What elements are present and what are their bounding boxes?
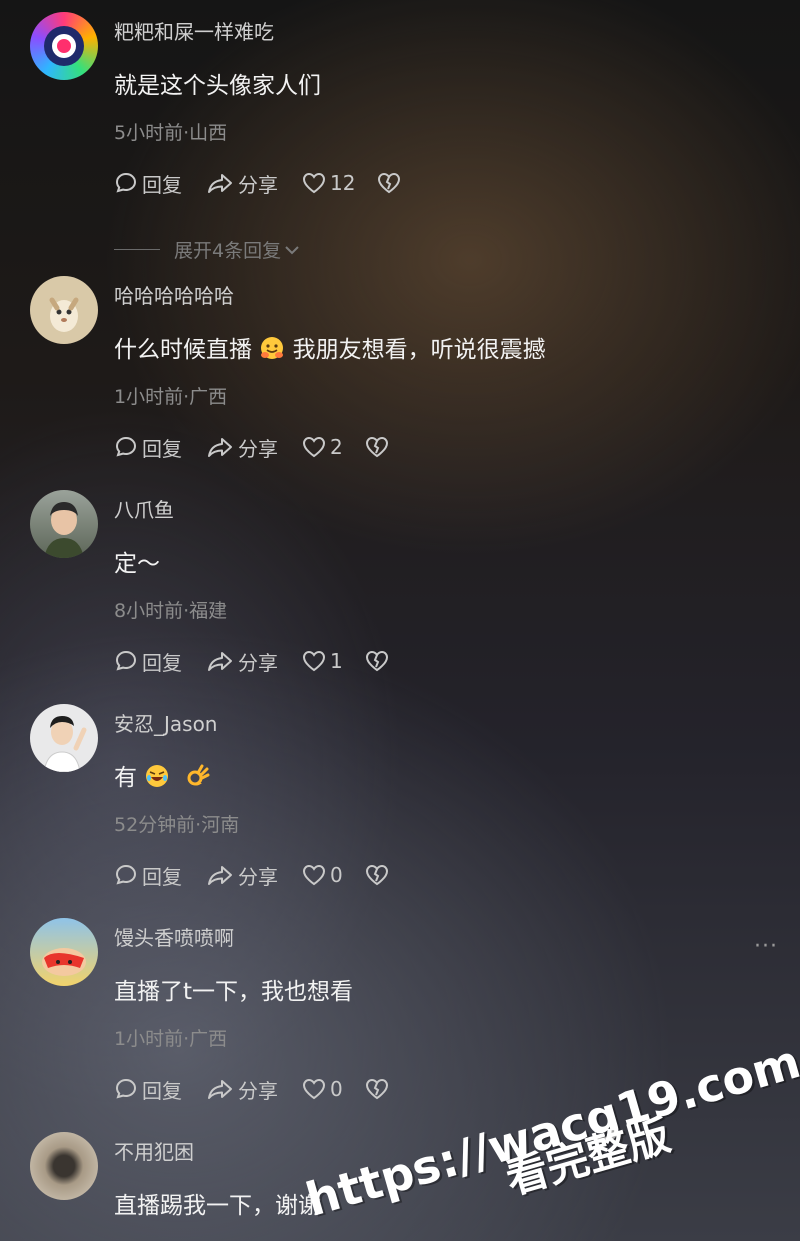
- reply-label: 回复: [142, 172, 182, 197]
- like-count: 1: [330, 649, 343, 673]
- heart-icon: [302, 864, 326, 886]
- comment-meta: 5小时前·山西: [114, 122, 228, 144]
- comment-text-part: 有: [114, 765, 137, 791]
- dislike-button[interactable]: [365, 864, 389, 886]
- share-label: 分享: [238, 864, 278, 889]
- comment-actions: 回复 分享 0: [114, 1074, 413, 1104]
- broken-heart-icon: [365, 864, 388, 886]
- avatar[interactable]: [30, 276, 98, 344]
- ok-hand-icon: [184, 763, 210, 795]
- expand-label: 展开4条回复: [174, 240, 282, 262]
- chat-bubble-icon: [115, 650, 137, 671]
- chat-bubble-icon: [115, 1078, 137, 1099]
- heart-icon: [302, 1078, 326, 1100]
- reply-button[interactable]: 回复: [114, 861, 182, 890]
- comment-actions: 回复 分享 12: [114, 168, 425, 198]
- broken-heart-icon: [378, 172, 401, 194]
- comment-text: 有: [114, 758, 210, 795]
- avatar[interactable]: [30, 704, 98, 772]
- like-button[interactable]: 2: [302, 435, 343, 459]
- heart-icon: [302, 436, 326, 458]
- reply-label: 回复: [142, 436, 182, 461]
- dislike-button[interactable]: [365, 436, 389, 458]
- comment-text: 直播了t一下，我也想看: [114, 979, 354, 1005]
- share-arrow-icon: [208, 174, 232, 193]
- broken-heart-icon: [365, 1078, 388, 1100]
- chat-bubble-icon: [115, 172, 137, 193]
- like-button[interactable]: 0: [302, 863, 343, 887]
- broken-heart-icon: [365, 650, 388, 672]
- like-count: 0: [330, 1077, 343, 1101]
- divider: [114, 249, 160, 250]
- dislike-button[interactable]: [377, 172, 401, 194]
- share-arrow-icon: [208, 652, 232, 671]
- avatar[interactable]: [30, 490, 98, 558]
- dislike-button[interactable]: [365, 1078, 389, 1100]
- comment-meta: 52分钟前·河南: [114, 814, 240, 836]
- rolling-laughing-icon: [144, 763, 170, 795]
- username[interactable]: 哈哈哈哈哈哈: [114, 280, 234, 309]
- username[interactable]: 八爪鱼: [114, 494, 174, 523]
- username[interactable]: 不用犯困: [114, 1136, 194, 1165]
- like-count: 0: [330, 863, 343, 887]
- heart-icon: [302, 172, 326, 194]
- comment-text: 直播踢我一下，谢谢: [114, 1193, 321, 1219]
- expand-replies-button[interactable]: 展开4条回复: [114, 236, 301, 263]
- comment-text-part: 我朋友想看，听说很震撼: [292, 337, 546, 363]
- comment-meta: 1小时前·广西: [114, 386, 228, 408]
- dislike-button[interactable]: [365, 650, 389, 672]
- heart-icon: [302, 650, 326, 672]
- like-count: 2: [330, 435, 343, 459]
- comment-text: 什么时候直播 我朋友想看，听说很震撼: [114, 330, 546, 367]
- like-button[interactable]: 12: [302, 171, 355, 195]
- like-count: 12: [330, 171, 356, 195]
- reply-button[interactable]: 回复: [114, 647, 182, 676]
- comment-meta: 8小时前·福建: [114, 600, 228, 622]
- comment-text-part: 什么时候直播: [114, 337, 252, 363]
- reply-button[interactable]: 回复: [114, 169, 182, 198]
- chat-bubble-icon: [115, 864, 137, 885]
- share-button[interactable]: 分享: [206, 433, 278, 462]
- username[interactable]: 馒头香喷喷啊: [114, 922, 234, 951]
- share-arrow-icon: [208, 1080, 232, 1099]
- share-button[interactable]: 分享: [206, 647, 278, 676]
- share-button[interactable]: 分享: [206, 1075, 278, 1104]
- share-arrow-icon: [208, 438, 232, 457]
- comment-text: 就是这个头像家人们: [114, 73, 321, 99]
- chat-bubble-icon: [115, 436, 137, 457]
- watermark-url: https://wacg19.com: [300, 1034, 800, 1227]
- chevron-down-icon: [285, 245, 299, 254]
- comment-actions: 回复 分享 0: [114, 860, 413, 890]
- share-label: 分享: [238, 1078, 278, 1103]
- avatar[interactable]: [30, 918, 98, 986]
- share-button[interactable]: 分享: [206, 861, 278, 890]
- comment-actions: 回复 分享 2: [114, 432, 413, 462]
- reply-button[interactable]: 回复: [114, 1075, 182, 1104]
- share-arrow-icon: [208, 866, 232, 885]
- share-label: 分享: [238, 172, 278, 197]
- reply-label: 回复: [142, 1078, 182, 1103]
- share-label: 分享: [238, 436, 278, 461]
- share-button[interactable]: 分享: [206, 169, 278, 198]
- comment-actions: 回复 分享 1: [114, 646, 413, 676]
- username[interactable]: 粑粑和屎一样难吃: [114, 16, 274, 45]
- reply-label: 回复: [142, 864, 182, 889]
- username[interactable]: 安忍_Jason: [114, 708, 218, 737]
- comment-meta: 1小时前·广西: [114, 1028, 228, 1050]
- reply-label: 回复: [142, 650, 182, 675]
- comment-text: 定～: [114, 551, 160, 577]
- like-button[interactable]: 1: [302, 649, 343, 673]
- hugging-face-icon: [259, 335, 285, 367]
- like-button[interactable]: 0: [302, 1077, 343, 1101]
- broken-heart-icon: [365, 436, 388, 458]
- reply-button[interactable]: 回复: [114, 433, 182, 462]
- share-label: 分享: [238, 650, 278, 675]
- avatar[interactable]: [30, 12, 98, 80]
- avatar[interactable]: [30, 1132, 98, 1200]
- more-options-icon[interactable]: ···: [754, 934, 778, 959]
